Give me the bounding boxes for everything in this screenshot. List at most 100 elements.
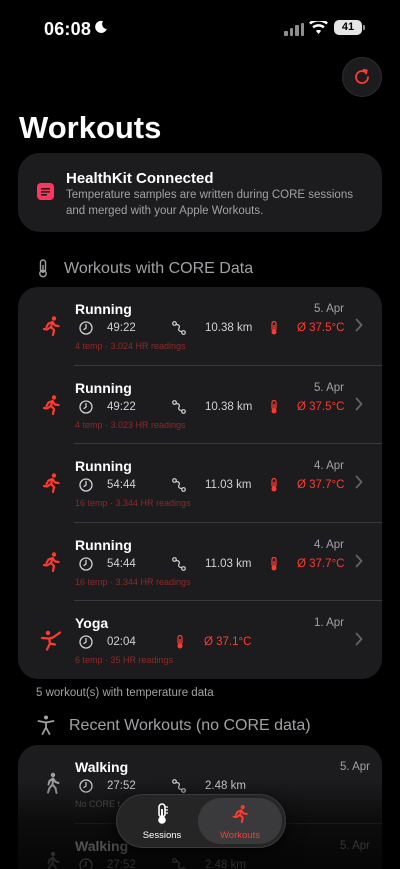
workout-stats: 54:44 11.03 km Ø 37.7°C: [79, 478, 359, 494]
clock-icon: [79, 857, 93, 869]
tab-workouts[interactable]: Workouts: [198, 798, 282, 844]
workout-readings: 16 temp · 3.344 HR readings: [75, 498, 191, 508]
chevron-right-icon: [355, 397, 363, 410]
clock-icon: [79, 399, 93, 414]
thermometer-icon: [271, 556, 277, 570]
workout-row[interactable]: Running 4. Apr 54:44 11.03 km Ø 37.7°C 1…: [18, 444, 382, 523]
workout-type: Running: [75, 536, 132, 553]
thermometer-icon: [39, 259, 47, 278]
health-record-icon: [37, 183, 54, 200]
running-icon: [42, 551, 60, 572]
workout-date: 1. Apr: [313, 617, 344, 629]
workout-stats: 54:44 11.03 km Ø 37.7°C: [79, 556, 359, 573]
clock-icon: [79, 556, 93, 571]
workout-duration: 54:44: [107, 479, 136, 491]
workout-readings: 6 temp · 35 HR readings: [75, 655, 174, 665]
workout-date: 5. Apr: [339, 839, 370, 852]
healthkit-card: HealthKit Connected Temperature samples …: [18, 153, 382, 232]
workout-no-core-note: No CORE t: [75, 799, 121, 809]
workout-date: 4. Apr: [313, 460, 344, 472]
workout-row[interactable]: Running 5. Apr 49:22 10.38 km Ø 37.5°C 4…: [18, 366, 382, 444]
workout-date: 5. Apr: [339, 761, 370, 773]
thermometer-icon: [271, 399, 277, 413]
workout-readings: 16 temp · 3.344 HR readings: [75, 576, 191, 587]
workout-duration: 49:22: [107, 400, 136, 413]
status-bar: 06:08 41: [0, 0, 400, 58]
battery-nub: [363, 25, 365, 30]
running-icon: [42, 316, 60, 337]
route-icon: [172, 478, 186, 492]
wifi-icon: [309, 21, 328, 34]
clock-icon: [79, 321, 93, 335]
workout-stats: 27:52 2.48 km: [79, 779, 359, 795]
refresh-icon: [355, 68, 369, 84]
workout-type: Running: [75, 458, 132, 474]
workout-stats: 27:52 2.48 km: [79, 857, 359, 869]
chevron-right-icon: [355, 318, 363, 332]
workout-readings: 4 temp · 3.023 HR readings: [75, 419, 186, 430]
workout-stats: 49:22 10.38 km Ø 37.5°C: [79, 399, 359, 416]
workout-distance: 11.03 km: [205, 557, 252, 570]
workout-distance: 10.38 km: [205, 322, 253, 334]
clock-icon: [79, 478, 93, 492]
workout-duration: 27:52: [107, 780, 136, 792]
tab-sessions[interactable]: Sessions: [120, 798, 204, 844]
workout-type: Yoga: [75, 615, 109, 631]
moon-icon: [95, 20, 107, 33]
battery-indicator: 41: [334, 20, 362, 35]
workout-date: 5. Apr: [313, 303, 344, 315]
status-time: 06:08: [44, 19, 92, 39]
thermometer-icon: [158, 803, 168, 824]
core-section-header: Workouts with CORE Data: [64, 260, 254, 277]
workout-stats: 49:22 10.38 km Ø 37.5°C: [79, 321, 359, 337]
route-icon: [172, 779, 186, 793]
workout-row[interactable]: Running 5. Apr 49:22 10.38 km Ø 37.5°C 4…: [18, 287, 382, 366]
walking-icon: [47, 851, 60, 869]
route-icon: [172, 399, 186, 414]
workout-type: Running: [75, 379, 132, 396]
chevron-right-icon: [355, 632, 363, 646]
workout-avg-temp: Ø 37.7°C: [297, 557, 345, 570]
route-icon: [172, 321, 186, 335]
workout-date: 4. Apr: [313, 538, 344, 551]
workout-duration: 27:52: [107, 858, 136, 869]
tab-label: Sessions: [142, 830, 182, 841]
workout-duration: 54:44: [107, 557, 136, 570]
running-icon: [232, 805, 248, 824]
chevron-right-icon: [355, 554, 363, 567]
refresh-button[interactable]: [342, 57, 382, 97]
workout-date: 5. Apr: [313, 381, 344, 394]
workout-type: Walking: [75, 759, 129, 775]
thermometer-icon: [177, 635, 183, 649]
thermometer-icon: [271, 321, 277, 335]
thermometer-icon: [271, 478, 277, 492]
workout-avg-temp: Ø 37.1°C: [204, 636, 252, 648]
workout-readings: 4 temp · 3.024 HR readings: [75, 341, 186, 351]
workout-distance: 10.38 km: [205, 400, 253, 413]
recent-section-header: Recent Workouts (no CORE data): [69, 717, 311, 734]
clock-icon: [79, 635, 93, 649]
workout-duration: 02:04: [107, 636, 136, 648]
workout-distance: 2.48 km: [205, 858, 246, 869]
core-workouts-card: Running 5. Apr 49:22 10.38 km Ø 37.5°C 4…: [18, 287, 382, 679]
workout-avg-temp: Ø 37.5°C: [297, 322, 345, 334]
tab-bar: Sessions Workouts: [116, 794, 286, 848]
healthkit-title: HealthKit Connected: [66, 170, 214, 187]
workout-type: Running: [75, 301, 132, 317]
walking-icon: [47, 772, 60, 794]
workout-distance: 11.03 km: [205, 479, 252, 491]
route-icon: [172, 556, 186, 571]
workout-avg-temp: Ø 37.5°C: [297, 400, 345, 413]
workout-avg-temp: Ø 37.7°C: [297, 479, 345, 491]
workout-stats: 02:04 Ø 37.1°C: [79, 635, 359, 651]
running-icon: [42, 473, 60, 494]
healthkit-description: Temperature samples are written during C…: [66, 189, 353, 217]
clock-icon: [79, 779, 93, 793]
workout-duration: 49:22: [107, 322, 136, 334]
tab-label: Workouts: [220, 830, 260, 841]
workout-count-footer: 5 workout(s) with temperature data: [36, 687, 214, 699]
workout-row[interactable]: Running 4. Apr 54:44 11.03 km Ø 37.7°C 1…: [18, 523, 382, 601]
yoga-icon: [40, 630, 62, 651]
workout-row[interactable]: Yoga 1. Apr 02:04 Ø 37.1°C 6 temp · 35 H…: [18, 601, 382, 679]
running-icon: [42, 394, 60, 415]
